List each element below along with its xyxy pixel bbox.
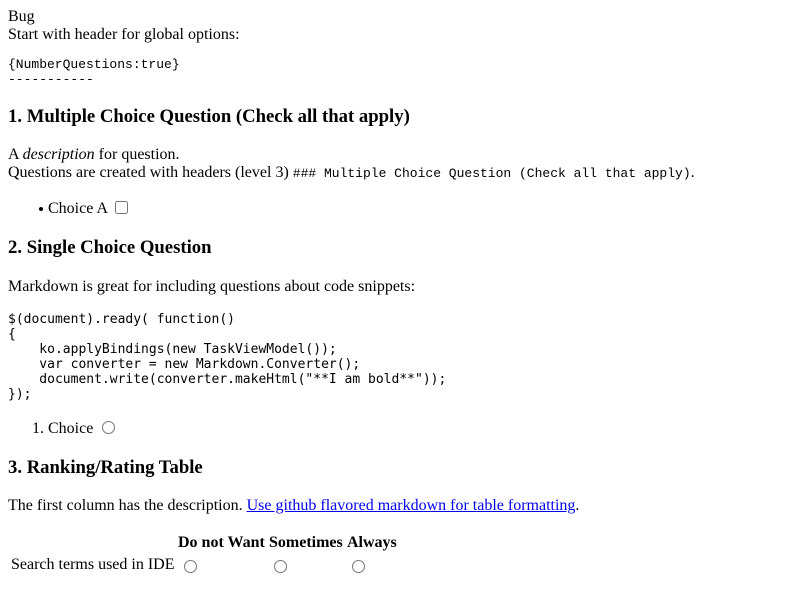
rating-radio-sometimes[interactable] (274, 560, 287, 573)
q1-instructions-text: Questions are created with headers (leve… (8, 164, 293, 181)
q3-desc-end: . (575, 497, 580, 514)
code-line: document.write(converter.makeHtml("**I a… (8, 372, 447, 387)
intro-text: Start with header for global options: (8, 26, 240, 43)
code-line: }); (8, 387, 32, 402)
markdown-table-link[interactable]: Use github flavored markdown for table f… (247, 497, 576, 514)
doc-title: Bug (8, 8, 35, 25)
rating-radio-do-not-want[interactable] (184, 560, 197, 573)
q3-description: The first column has the description. Us… (8, 497, 579, 515)
q2-choice-radio[interactable] (102, 421, 115, 434)
code-line: var converter = new Markdown.Converter()… (8, 357, 361, 372)
q2-choice-number: 1. (32, 420, 44, 437)
document-page: Bug Start with header for global options… (0, 0, 800, 600)
options-code: {NumberQuestions:true} (8, 57, 180, 72)
rating-radio-always[interactable] (352, 560, 365, 573)
q1-heading: 1. Multiple Choice Question (Check all t… (8, 106, 410, 127)
column-header-sometimes: Sometimes (269, 534, 343, 551)
q1-instructions-end: . (690, 164, 695, 181)
q1-desc-emphasis: description (22, 146, 95, 163)
q1-instructions: Questions are created with headers (leve… (8, 164, 695, 182)
code-line: $(document).ready( function() (8, 312, 235, 327)
q1-instructions-code: ### Multiple Choice Question (Check all … (292, 166, 691, 181)
q1-description: A description for question. (8, 146, 180, 164)
q2-description: Markdown is great for including question… (8, 278, 416, 295)
code-line: { (8, 327, 16, 342)
separator-line: ----------- (8, 72, 94, 87)
bullet-icon (39, 207, 43, 211)
q1-choice-label: Choice A (48, 200, 108, 217)
column-header-do-not-want: Do not Want (178, 534, 265, 551)
column-header-always: Always (347, 534, 397, 551)
q1-choice-a-checkbox[interactable] (115, 201, 128, 214)
q1-desc-prefix: A (8, 146, 23, 163)
q2-heading: 2. Single Choice Question (8, 237, 212, 258)
q2-code-block: $(document).ready( function() { ko.apply… (8, 312, 446, 402)
code-line: ko.applyBindings(new TaskViewModel()); (8, 342, 337, 357)
q3-heading: 3. Ranking/Rating Table (8, 457, 203, 478)
q3-desc-prefix: The first column has the description. (8, 497, 247, 514)
q1-desc-suffix: for question. (94, 146, 180, 163)
table-row-label: Search terms used in IDE (11, 556, 175, 573)
q2-choice-label: Choice (48, 420, 94, 437)
